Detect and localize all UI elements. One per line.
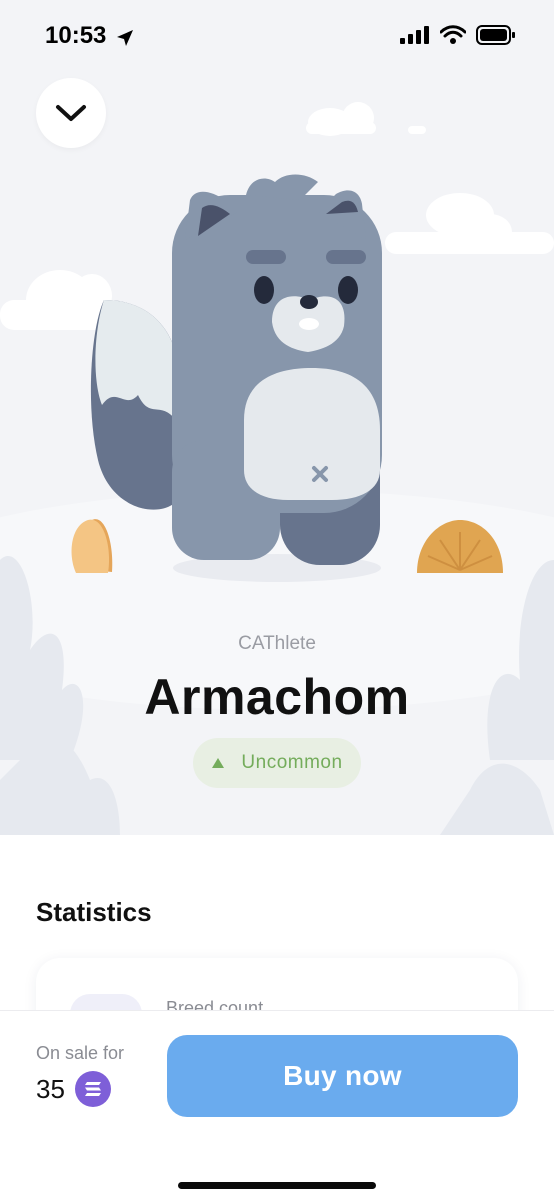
- status-time: 10:53: [45, 22, 107, 49]
- price-row: 35: [36, 1071, 111, 1107]
- status-icons: [400, 24, 516, 46]
- sale-label: On sale for: [36, 1043, 125, 1063]
- item-name: Armachom: [144, 669, 410, 725]
- chevron-down-icon: [56, 105, 86, 121]
- buy-now-button[interactable]: Buy now: [167, 1035, 518, 1117]
- rarity-badge: Uncommon: [193, 738, 361, 788]
- status-bar: 10:53: [0, 0, 554, 76]
- location-arrow-icon: [117, 30, 133, 46]
- purchase-bar: On sale for 35 Buy now: [0, 1010, 554, 1201]
- rarity-label: Uncommon: [241, 752, 343, 773]
- item-category: CAThlete: [238, 633, 316, 654]
- collapse-button[interactable]: [36, 78, 106, 148]
- home-indicator: [178, 1182, 376, 1189]
- wifi-icon: [440, 25, 466, 44]
- price-value: 35: [36, 1073, 65, 1104]
- signal-icon: [400, 26, 429, 44]
- battery-icon: [476, 25, 515, 45]
- solana-icon: [74, 1071, 111, 1107]
- statistics-title: Statistics: [36, 897, 152, 927]
- triangle-up-icon: [212, 758, 225, 768]
